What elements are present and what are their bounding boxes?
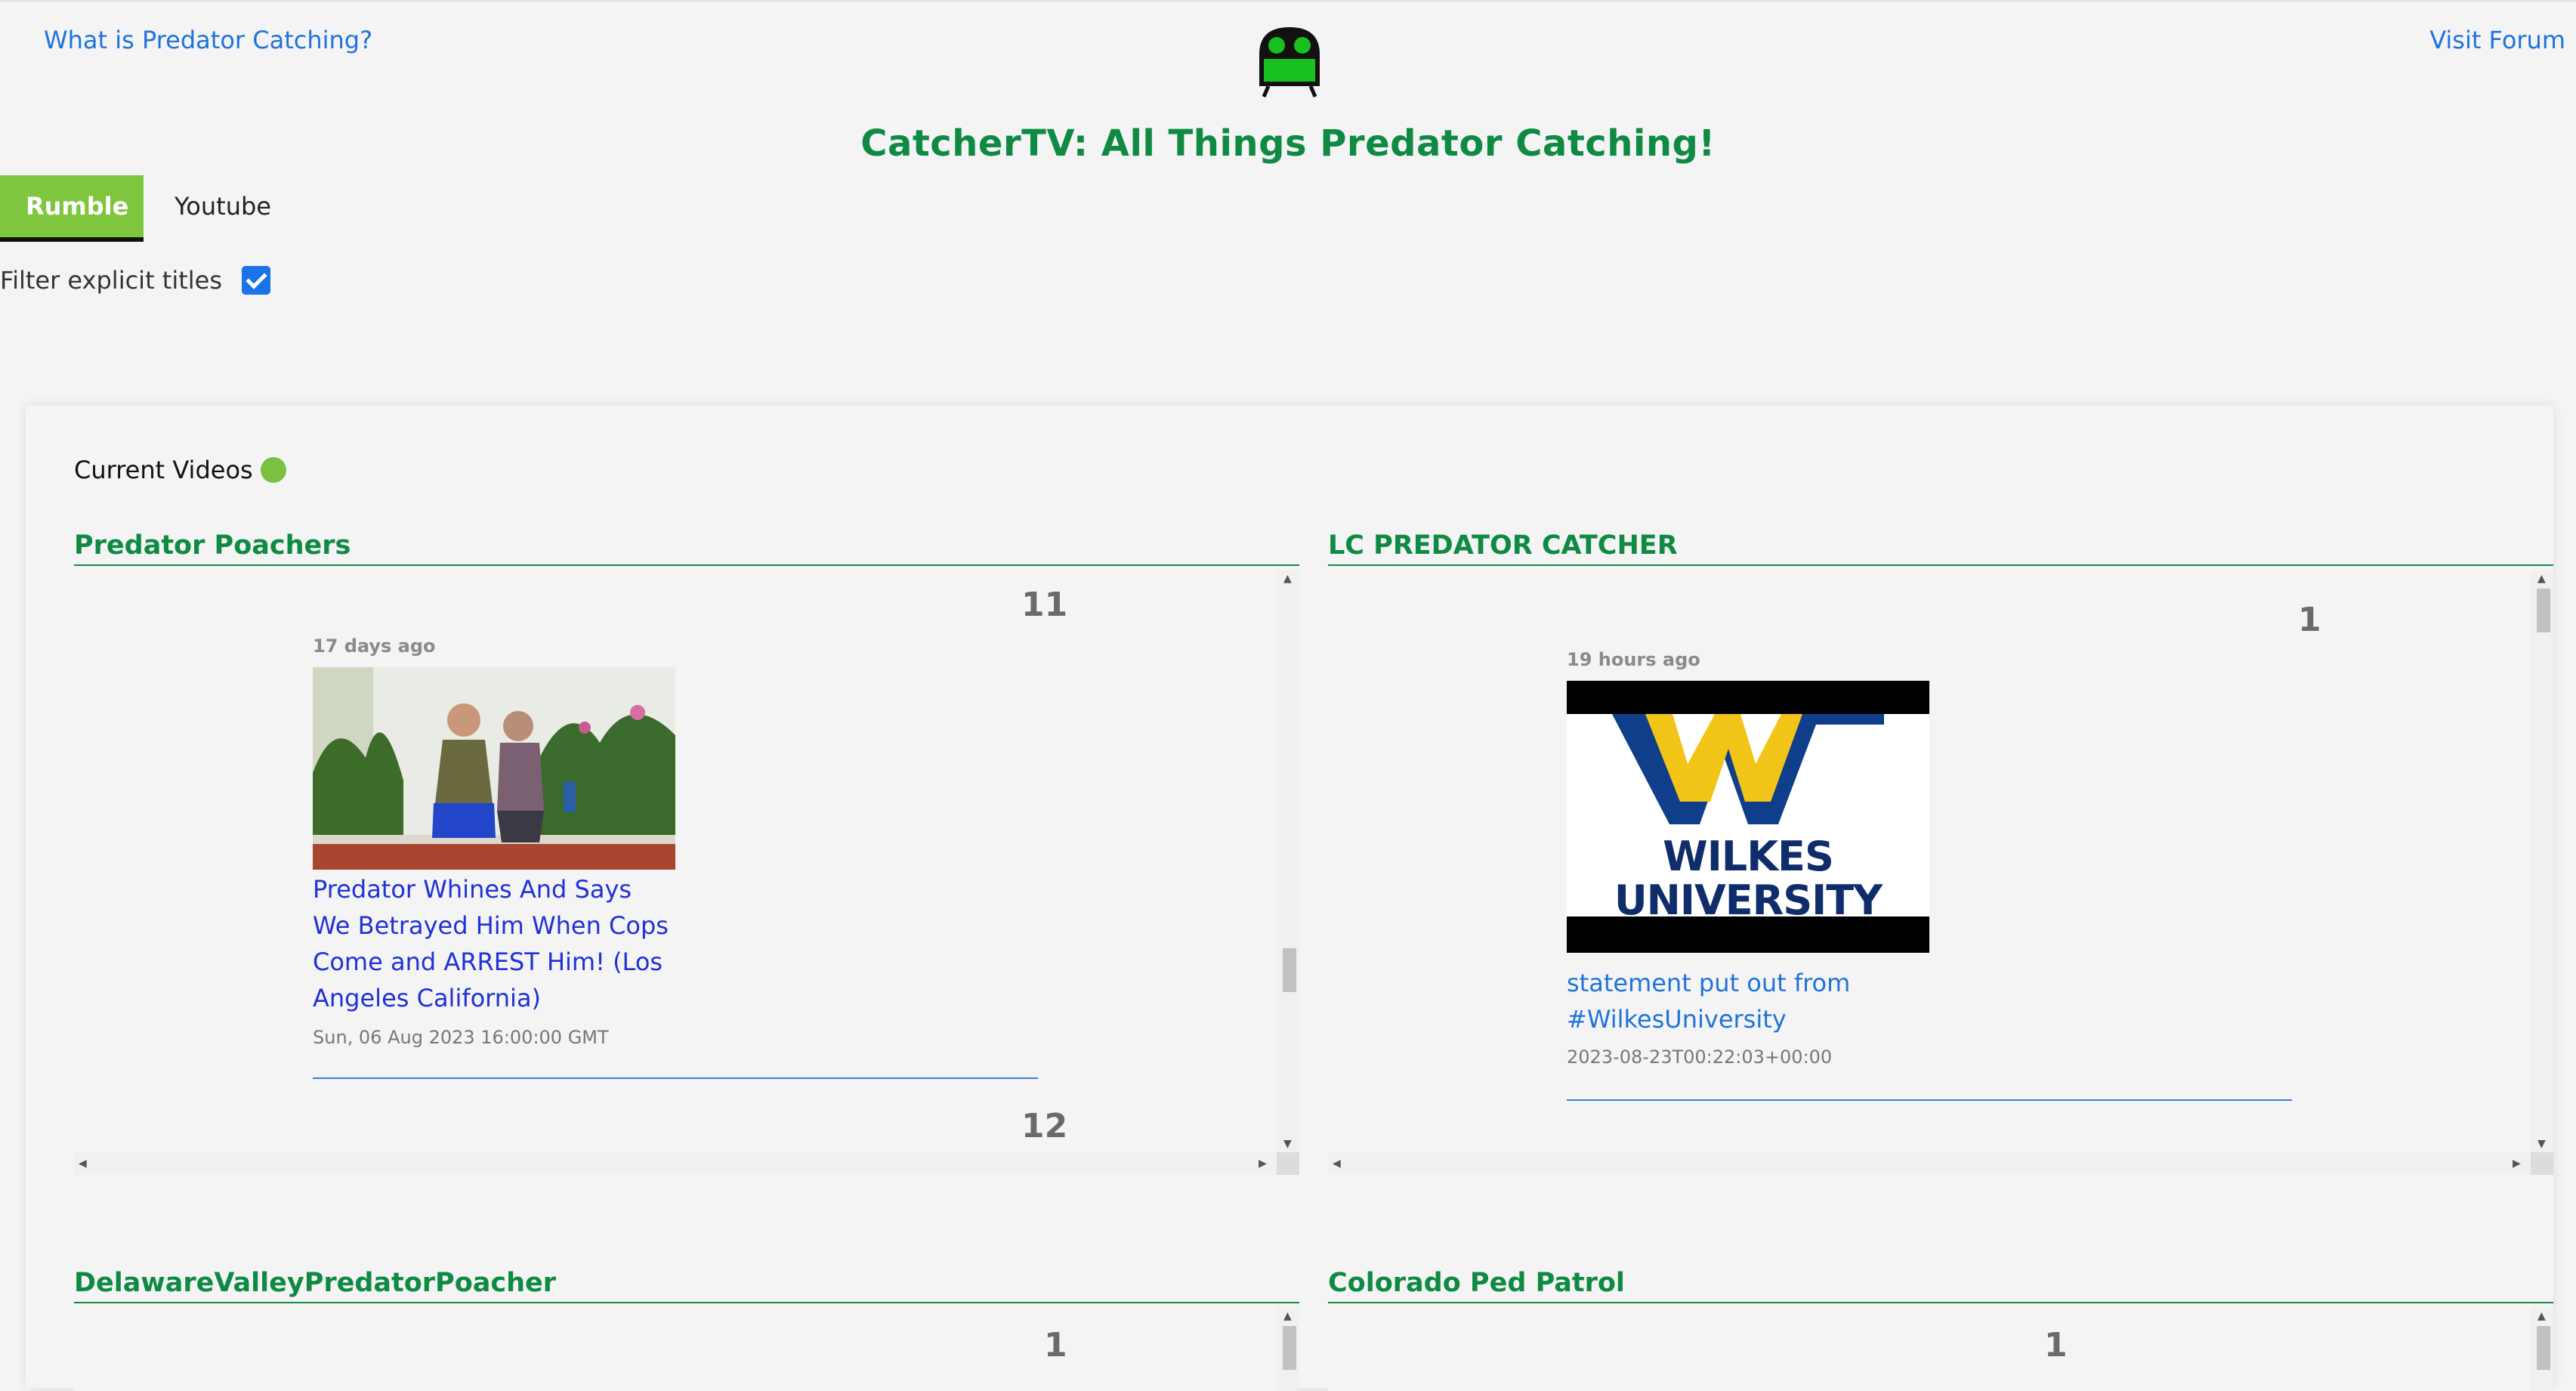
- vertical-scrollbar[interactable]: ▲: [1277, 1308, 1299, 1391]
- video-separator: [1567, 1099, 2292, 1101]
- scroll-down-arrow[interactable]: ▼: [2537, 1139, 2546, 1149]
- top-border: [0, 0, 2576, 2]
- channel-title-predator-poachers[interactable]: Predator Poachers: [74, 519, 1299, 566]
- video-rank: 1: [2298, 601, 2321, 639]
- filter-explicit-label: Filter explicit titles: [0, 266, 223, 295]
- scroll-up-arrow[interactable]: ▲: [1283, 1311, 1292, 1321]
- scroll-thumb[interactable]: [2537, 589, 2550, 632]
- scroll-corner: [2531, 1152, 2553, 1175]
- horizontal-scrollbar[interactable]: ◀ ▶: [74, 1152, 1277, 1175]
- vertical-scrollbar[interactable]: ▲ ▼: [2531, 570, 2553, 1152]
- video-title-link[interactable]: statement put out from #WilkesUniversity: [1567, 965, 1929, 1037]
- site-title: CatcherTV: All Things Predator Catching!: [860, 122, 1716, 165]
- video-title-link[interactable]: Predator Whines And Says We Betrayed Him…: [313, 871, 675, 1016]
- video-rank: 12: [1021, 1107, 1068, 1145]
- vertical-scrollbar[interactable]: ▲: [2531, 1308, 2553, 1391]
- channel-feed-delawarevalleypredatorpoacher[interactable]: 1: [74, 1308, 1277, 1391]
- vertical-scrollbar[interactable]: ▲ ▼: [1277, 570, 1299, 1152]
- video-rank: 1: [2044, 1326, 2068, 1365]
- tab-youtube[interactable]: Youtube: [149, 175, 297, 237]
- video-date: Sun, 06 Aug 2023 16:00:00 GMT: [313, 1027, 609, 1048]
- video-rank: 11: [1021, 586, 1068, 624]
- current-videos-label: Current Videos: [74, 456, 253, 484]
- filter-explicit-row: Filter explicit titles: [0, 266, 271, 295]
- scroll-up-arrow[interactable]: ▲: [1283, 573, 1292, 584]
- channel-title-colorado-ped-patrol[interactable]: Colorado Ped Patrol: [1328, 1257, 2553, 1303]
- video-thumbnail[interactable]: WILKES UNIVERSITY: [1567, 681, 1929, 953]
- live-status-icon: [260, 457, 286, 483]
- scroll-left-arrow[interactable]: ◀: [79, 1158, 87, 1169]
- scroll-corner: [1277, 1152, 1299, 1175]
- scroll-right-arrow[interactable]: ▶: [2513, 1158, 2521, 1169]
- video-separator: [313, 1077, 1038, 1079]
- video-thumbnail[interactable]: [313, 667, 675, 870]
- scroll-up-arrow[interactable]: ▲: [2537, 573, 2546, 584]
- scroll-thumb[interactable]: [2537, 1326, 2550, 1370]
- about-link[interactable]: What is Predator Catching?: [44, 26, 372, 54]
- scroll-right-arrow[interactable]: ▶: [1259, 1158, 1267, 1169]
- video-rank: 1: [1044, 1326, 1067, 1365]
- videos-card: Current Videos Predator Poachers 11 17 d…: [26, 406, 2553, 1391]
- scroll-thumb[interactable]: [1283, 948, 1296, 992]
- channel-feed-lc-predator-catcher[interactable]: 1 19 hours ago WILKES UNIVERSITY stateme…: [1328, 570, 2553, 1175]
- video-date: 2023-08-23T00:22:03+00:00: [1567, 1046, 1833, 1068]
- channel-feed-predator-poachers[interactable]: 11 17 days ago Predator Whines And Says …: [74, 570, 1299, 1175]
- channel-title-delawarevalleypredatorpoacher[interactable]: DelawareValleyPredatorPoacher: [74, 1257, 1299, 1303]
- scroll-thumb[interactable]: [1283, 1326, 1296, 1370]
- university-logo-text: WILKES UNIVERSITY: [1614, 833, 1883, 924]
- filter-explicit-checkbox[interactable]: [242, 266, 271, 295]
- forum-link[interactable]: Visit Forum: [2429, 26, 2565, 54]
- current-videos-heading: Current Videos: [74, 456, 286, 484]
- catchertv-logo[interactable]: [1252, 24, 1327, 98]
- scroll-up-arrow[interactable]: ▲: [2537, 1311, 2546, 1321]
- channel-title-lc-predator-catcher[interactable]: LC PREDATOR CATCHER: [1328, 519, 2553, 566]
- video-age: 19 hours ago: [1567, 649, 1700, 670]
- video-age: 17 days ago: [313, 635, 436, 657]
- horizontal-scrollbar[interactable]: ◀ ▶: [1328, 1152, 2531, 1175]
- tab-rumble[interactable]: Rumble: [0, 175, 144, 242]
- scroll-left-arrow[interactable]: ◀: [1333, 1158, 1341, 1169]
- scroll-down-arrow[interactable]: ▼: [1283, 1139, 1292, 1149]
- channel-feed-colorado-ped-patrol[interactable]: 1: [1328, 1308, 2531, 1391]
